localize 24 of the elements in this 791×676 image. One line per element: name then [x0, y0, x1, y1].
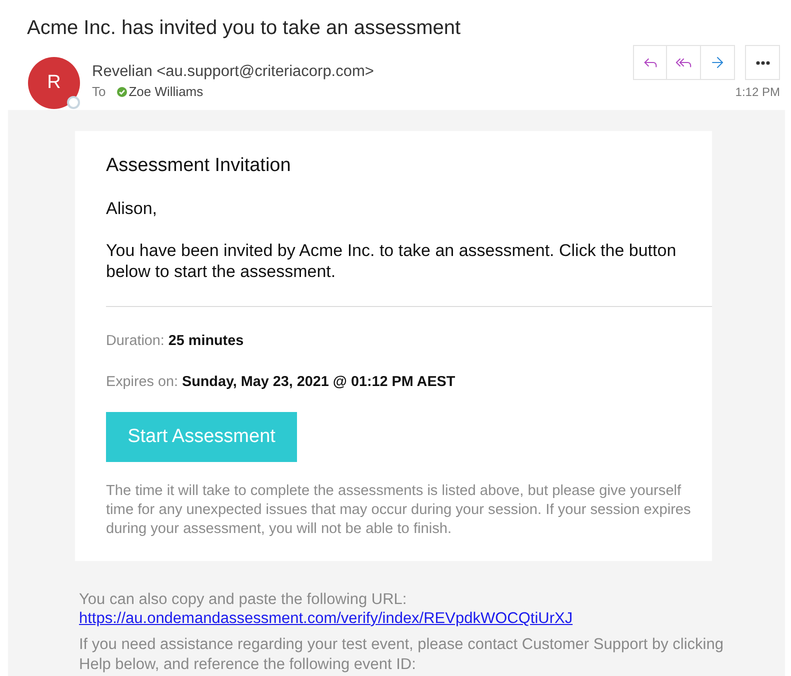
sender-name: Revelian <au.support@criteriacorp.com> [92, 62, 374, 81]
footer-text: You can also copy and paste the following URL: [79, 590, 408, 609]
note-text: The time it will take to complete the assessments is listed above, but please give yourself time for any unexpected issues that may occur during your session. If your session expires during your assessment, you will not be able to finish. [106, 482, 692, 539]
detail-label: Expires on: [106, 373, 178, 391]
detail-value: 25 minutes [168, 332, 244, 350]
forward-button[interactable] [701, 45, 735, 80]
avatar: R [28, 57, 80, 109]
reply-button[interactable] [633, 45, 667, 80]
to-label: To [92, 84, 106, 100]
recipient-name[interactable]: Zoe Williams [128, 84, 204, 100]
url-link[interactable]: https://au.ondemandassessment.com/verify/index/REVpdkWOCQtiUrXJ [79, 609, 573, 628]
detail-value: Sunday, May 23, 2021 @ 01:12 PM AEST [182, 373, 456, 391]
forward-icon [709, 54, 726, 71]
check-circle-icon [116, 87, 127, 97]
card-heading: Assessment Invitation [106, 154, 291, 178]
footer-text: If you need assistance regarding your test event, please contact Customer Support by clicking Help below, and reference the following event ID: [79, 635, 724, 675]
greeting-text: Alison, [106, 198, 158, 219]
ellipsis-icon [756, 60, 770, 64]
intro-text: You have been invited by Acme Inc. to take an assessment. Click the button below to start the assessment. [106, 240, 678, 282]
time-label: 1:12 PM [735, 84, 780, 100]
email-subject: Acme Inc. has invited you to take an assessment [27, 16, 461, 40]
detail-label: Duration: [106, 332, 164, 350]
reply-all-button[interactable] [667, 45, 701, 80]
more-button[interactable] [745, 45, 780, 80]
